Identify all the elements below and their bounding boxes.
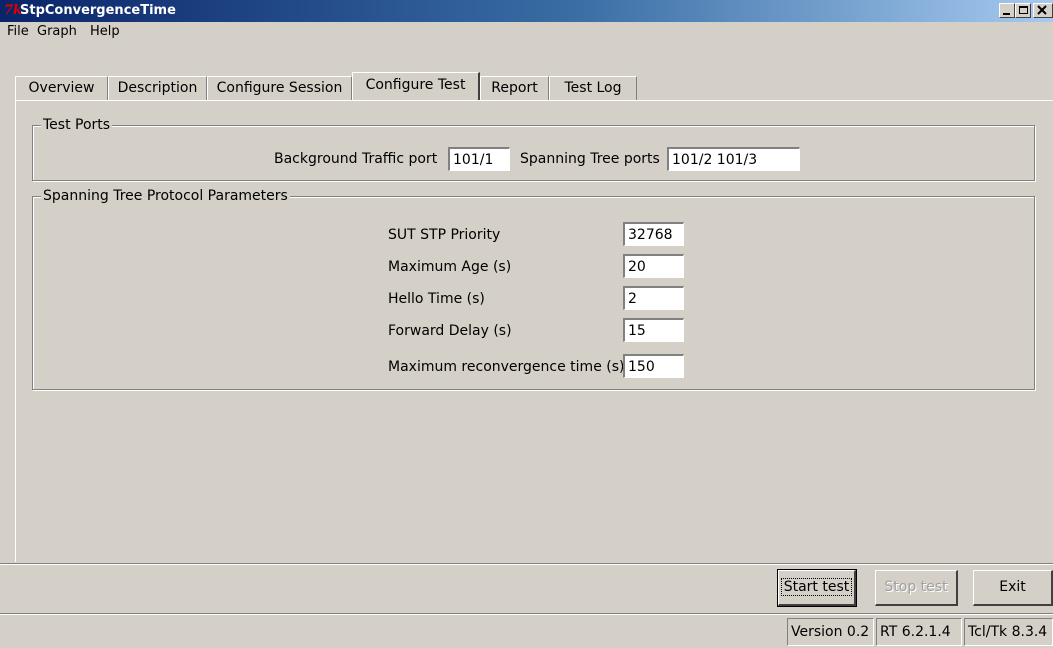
- title-bar[interactable]: 7k StpConvergenceTime: [0, 0, 1053, 22]
- exit-button[interactable]: Exit: [973, 570, 1053, 606]
- menu-graph[interactable]: Graph: [37, 24, 77, 40]
- tab-overview[interactable]: Overview: [15, 76, 108, 100]
- hello-time-input[interactable]: [623, 286, 684, 310]
- start-test-button[interactable]: Start test: [777, 569, 857, 607]
- background-traffic-port-label: Background Traffic port: [274, 151, 438, 167]
- separator: [0, 563, 1053, 565]
- close-icon: [1037, 5, 1047, 15]
- menu-bar: File Graph Help: [0, 22, 1053, 42]
- close-button[interactable]: [1033, 3, 1053, 18]
- test-ports-legend: Test Ports: [41, 117, 113, 133]
- tk-logo-icon: 7k: [4, 3, 23, 18]
- maximize-button[interactable]: [1015, 3, 1031, 18]
- forward-delay-label: Forward Delay (s): [388, 323, 512, 339]
- max-reconvergence-time-input[interactable]: [623, 354, 684, 378]
- stp-parameters-legend: Spanning Tree Protocol Parameters: [41, 188, 290, 204]
- window-title: StpConvergenceTime: [20, 3, 176, 18]
- forward-delay-input[interactable]: [623, 318, 684, 342]
- tab-configure-session[interactable]: Configure Session: [207, 76, 352, 100]
- maximize-icon: [1019, 6, 1028, 14]
- spanning-tree-ports-input[interactable]: [667, 147, 800, 171]
- max-reconvergence-time-label: Maximum reconvergence time (s): [388, 359, 625, 375]
- status-rt-version: RT 6.2.1.4: [876, 618, 962, 646]
- start-test-label: Start test: [780, 578, 853, 596]
- status-version: Version 0.2: [787, 618, 874, 646]
- minimize-icon: [1003, 13, 1010, 15]
- tab-description[interactable]: Description: [108, 76, 207, 100]
- background-traffic-port-input[interactable]: [448, 147, 510, 171]
- sut-stp-priority-input[interactable]: [623, 222, 684, 246]
- tab-test-log[interactable]: Test Log: [549, 76, 637, 100]
- minimize-button[interactable]: [999, 3, 1015, 18]
- spanning-tree-ports-label: Spanning Tree ports: [520, 151, 660, 167]
- stop-test-label: Stop test: [884, 579, 948, 595]
- tab-report[interactable]: Report: [480, 76, 549, 100]
- status-tcl-version: Tcl/Tk 8.3.4: [964, 618, 1053, 646]
- tab-configure-test[interactable]: Configure Test: [352, 72, 480, 100]
- menu-help[interactable]: Help: [90, 24, 120, 40]
- sut-stp-priority-label: SUT STP Priority: [388, 227, 501, 243]
- menu-file[interactable]: File: [7, 24, 29, 40]
- app-window: 7k StpConvergenceTime File Graph Help Ov…: [0, 0, 1053, 648]
- hello-time-label: Hello Time (s): [388, 291, 485, 307]
- maximum-age-label: Maximum Age (s): [388, 259, 512, 275]
- maximum-age-input[interactable]: [623, 254, 684, 278]
- exit-label: Exit: [999, 579, 1026, 595]
- stop-test-button[interactable]: Stop test: [875, 570, 958, 606]
- separator: [0, 613, 1053, 615]
